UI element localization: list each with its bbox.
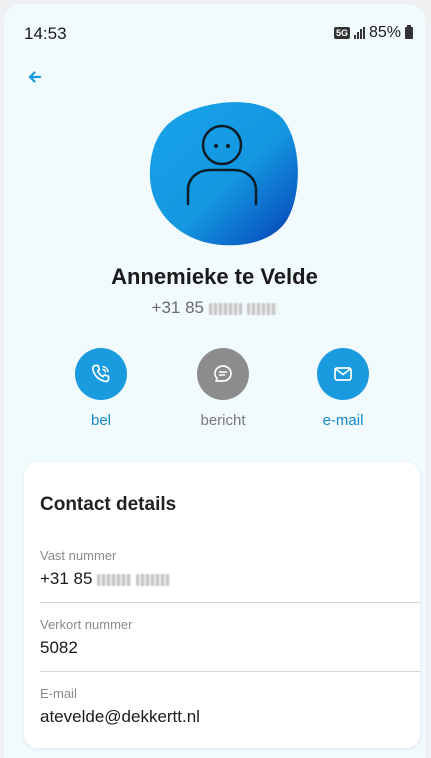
phone-icon <box>91 364 110 383</box>
redacted-digits <box>247 302 278 315</box>
battery-percentage: 85% <box>368 24 401 41</box>
message-button-circle[interactable] <box>197 348 249 400</box>
contact-screen: 14:53 5G 85% Annemieke te Velde +31 85 b… <box>4 4 425 758</box>
signal-icon <box>353 27 365 39</box>
contact-details-title: Contact details <box>40 494 177 515</box>
message-button-label: bericht <box>200 412 246 429</box>
redacted-digits <box>97 573 132 586</box>
landline-value: +31 85 <box>40 569 404 589</box>
email-button-circle[interactable] <box>317 348 369 400</box>
status-indicators: 5G 85% <box>333 24 413 42</box>
email-button[interactable]: e-mail <box>298 348 388 429</box>
battery-icon <box>405 25 413 39</box>
divider <box>40 671 420 672</box>
call-button[interactable]: bel <box>56 348 146 429</box>
message-icon <box>214 365 232 382</box>
call-button-label: bel <box>90 412 112 429</box>
contact-name: Annemieke te Velde <box>111 264 318 289</box>
message-button[interactable]: bericht <box>178 348 268 429</box>
call-button-circle[interactable] <box>75 348 127 400</box>
contact-phone: +31 85 <box>4 298 425 318</box>
short-number-label: Verkort nummer <box>40 617 133 632</box>
person-avatar-icon <box>149 102 298 246</box>
email-value: atevelde@dekkertt.nl <box>40 707 200 726</box>
landline-field[interactable]: Vast nummer +31 85 <box>40 548 404 589</box>
status-time: 14:53 <box>24 24 67 43</box>
back-button[interactable] <box>26 67 48 87</box>
arrow-left-icon <box>28 71 42 83</box>
avatar <box>142 100 302 250</box>
landline-label: Vast nummer <box>40 548 117 563</box>
email-field[interactable]: E-mail atevelde@dekkertt.nl <box>40 686 404 727</box>
status-bar: 14:53 5G 85% <box>4 4 425 56</box>
divider <box>40 602 420 603</box>
short-number-field[interactable]: Verkort nummer 5082 <box>40 617 404 658</box>
mail-icon <box>334 367 352 381</box>
email-button-label: e-mail <box>322 412 364 429</box>
redacted-digits <box>208 302 243 315</box>
contact-details-card: Contact details Vast nummer +31 85 Verko… <box>24 462 420 748</box>
landline-value-prefix: +31 85 <box>40 569 93 588</box>
redacted-digits <box>135 573 170 586</box>
short-number-value: 5082 <box>40 638 78 657</box>
contact-phone-prefix: +31 85 <box>151 298 204 317</box>
email-label: E-mail <box>40 686 77 701</box>
network-type-badge: 5G <box>333 27 350 39</box>
